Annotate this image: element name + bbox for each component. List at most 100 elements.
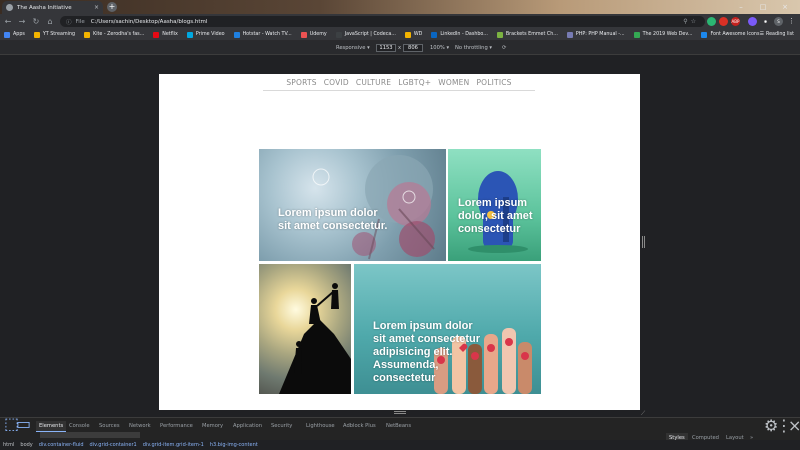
viewport-width-input[interactable]: 1153	[376, 44, 396, 52]
devtools-tab-netbeans[interactable]: NetBeans	[386, 421, 411, 431]
breadcrumb-item[interactable]: body	[20, 442, 32, 448]
devtools-tab-elements[interactable]: Elements	[36, 421, 67, 432]
extension-icon[interactable]	[707, 17, 716, 26]
breadcrumb-item[interactable]: div.grid-container1	[90, 442, 137, 448]
bookmark-favicon-icon	[404, 31, 411, 38]
viewport-resize-handle-right[interactable]	[642, 236, 645, 248]
minimize-button[interactable]: –	[730, 1, 752, 13]
nav-link-politics[interactable]: POLITICS	[476, 77, 511, 90]
devtools-tab-security[interactable]: Security	[271, 421, 292, 431]
nav-link-sports[interactable]: SPORTS	[286, 77, 316, 90]
extensions-puzzle-icon[interactable]: ✱	[761, 17, 770, 26]
bookmark-favicon-icon	[633, 31, 640, 38]
bookmark-favicon-icon	[186, 31, 193, 38]
bookmark-item[interactable]: Prime Video	[186, 31, 225, 38]
browser-tab[interactable]: The Aasha Initiative ×	[2, 1, 103, 14]
bookmark-label: JavaScript | Codeca...	[344, 32, 396, 37]
bookmark-label: YT Streaming	[42, 32, 76, 37]
dom-tree-preview	[40, 432, 140, 438]
omnibox-actions-icon[interactable]: ⚲☆	[683, 16, 699, 27]
bookmark-favicon-icon	[701, 31, 708, 38]
home-button[interactable]: ⌂	[44, 16, 56, 28]
extension-icon[interactable]	[748, 17, 757, 26]
blog-card-climbers[interactable]	[259, 264, 351, 394]
blog-card-lgbtq[interactable]: Lorem ipsum dolor, sit amet consectetur	[448, 149, 541, 261]
devtools-close-icon[interactable]: ×	[788, 418, 800, 434]
new-tab-button[interactable]: +	[107, 2, 117, 12]
devtools-tab-adblockplus[interactable]: Adblock Plus	[343, 421, 376, 431]
bookmark-item[interactable]: PHP: PHP Manual -...	[566, 31, 625, 38]
forward-button[interactable]: →	[16, 16, 28, 28]
bookmark-item[interactable]: Netflix	[153, 31, 178, 38]
devtools-tab-performance[interactable]: Performance	[160, 421, 193, 431]
bookmark-label: Netflix	[162, 32, 178, 37]
bookmark-item[interactable]: YT Streaming	[33, 31, 76, 38]
back-button[interactable]: ←	[2, 16, 14, 28]
site-info-icon[interactable]: ⓘ	[66, 18, 72, 26]
scheme-label: File	[75, 18, 85, 25]
devtools-tab-console[interactable]: Console	[69, 421, 90, 431]
bookmark-item[interactable]: LinkedIn - Dashbo...	[431, 31, 488, 38]
bookmarks-bar: Apps YT Streaming Kite - Zerodha's fas... N…	[0, 29, 800, 41]
web-page: SPORTS COVID CULTURE LGBTQ+ WOMEN POLITICS Lo…	[159, 74, 640, 410]
browser-menu-icon[interactable]: ⋮	[787, 17, 796, 26]
bookmark-label: Font Awesome Icons	[710, 32, 760, 37]
dimension-separator: x	[398, 45, 402, 51]
bookmark-favicon-icon	[496, 31, 503, 38]
bookmark-item[interactable]: Apps	[4, 31, 25, 38]
nav-link-culture[interactable]: CULTURE	[356, 77, 391, 90]
rotate-icon[interactable]: ⟳	[502, 44, 506, 52]
devtools-tab-network[interactable]: Network	[129, 421, 151, 431]
bookmark-item[interactable]: Kite - Zerodha's fas...	[84, 31, 145, 38]
virus-illustration	[312, 155, 435, 260]
viewport-resize-handle-bottom[interactable]	[394, 411, 406, 414]
blog-card-covid[interactable]: Lorem ipsum dolor sit amet consectetur.	[259, 149, 446, 261]
device-mode-select[interactable]: Responsive ▾	[336, 44, 370, 52]
bookmark-item[interactable]: JavaScript | Codeca...	[335, 31, 396, 38]
site-navigation: SPORTS COVID CULTURE LGBTQ+ WOMEN POLITICS	[263, 77, 535, 91]
adblock-extension-icon[interactable]: ABP	[731, 17, 740, 26]
tab-title: The Aasha Initiative	[17, 4, 72, 11]
bookmark-label: LinkedIn - Dashbo...	[440, 32, 488, 37]
bookmark-favicon-icon	[300, 31, 307, 38]
card-heading: Lorem ipsum dolor, sit amet consectetur	[458, 197, 533, 235]
tab-close-icon[interactable]: ×	[94, 4, 99, 11]
bookmark-item[interactable]: The 2019 Web Dev...	[633, 31, 692, 38]
reading-list-button[interactable]: ☰ Reading list	[760, 29, 794, 41]
bookmark-favicon-icon	[33, 31, 40, 38]
devtools-tab-lighthouse[interactable]: Lighthouse	[306, 421, 335, 431]
breadcrumb-item[interactable]: h3.big-img-content	[210, 442, 258, 448]
breadcrumb-item[interactable]: div.grid-item.grid-item-1	[143, 442, 204, 448]
devtools-tab-memory[interactable]: Memory	[202, 421, 223, 431]
devtools-tab-application[interactable]: Application	[233, 421, 262, 431]
close-window-button[interactable]: ×	[774, 1, 796, 13]
viewport-height-input[interactable]: 806	[403, 44, 423, 52]
bookmark-label: PHP: PHP Manual -...	[575, 32, 625, 37]
throttling-select[interactable]: No throttling ▾	[455, 44, 492, 52]
dom-breadcrumbs: html body div.container-fluid div.grid-cont…	[0, 440, 800, 450]
bookmark-item[interactable]: Hotstar - Watch TV...	[233, 31, 292, 38]
tab-strip: The Aasha Initiative × + – □ ×	[0, 0, 800, 14]
reload-button[interactable]: ↻	[30, 16, 42, 28]
breadcrumb-item[interactable]: div.container-fluid	[39, 442, 84, 448]
extension-icon[interactable]	[719, 17, 728, 26]
device-toolbar: Responsive ▾ 1153 x 806 100% ▾ No thrott…	[0, 41, 800, 55]
bookmark-item[interactable]: WD	[404, 31, 422, 38]
bookmark-item[interactable]: Brackets Emmet Ch...	[496, 31, 558, 38]
url-text[interactable]: C:/Users/sachin/Desktop/Aasha/blogs.html	[91, 19, 208, 25]
zoom-select[interactable]: 100% ▾	[430, 44, 449, 52]
bookmark-label: Kite - Zerodha's fas...	[93, 32, 145, 37]
nav-link-women[interactable]: WOMEN	[438, 77, 469, 90]
address-bar[interactable]: ⓘ File C:/Users/sachin/Desktop/Aasha/blo…	[60, 16, 705, 27]
bookmark-item[interactable]: Font Awesome Icons	[701, 31, 760, 38]
profile-avatar[interactable]: S	[774, 17, 783, 26]
bookmark-label: Udemy	[309, 32, 327, 37]
nav-link-lgbtq[interactable]: LGBTQ+	[398, 77, 431, 90]
bookmark-item[interactable]: Udemy	[300, 31, 327, 38]
maximize-button[interactable]: □	[752, 1, 774, 13]
blog-card-hands[interactable]: Lorem ipsum dolor sit amet consectetur a…	[354, 264, 541, 394]
nav-link-covid[interactable]: COVID	[324, 77, 349, 90]
bookmark-favicon-icon	[84, 31, 91, 38]
devtools-tab-sources[interactable]: Sources	[99, 421, 120, 431]
breadcrumb-item[interactable]: html	[3, 442, 14, 448]
